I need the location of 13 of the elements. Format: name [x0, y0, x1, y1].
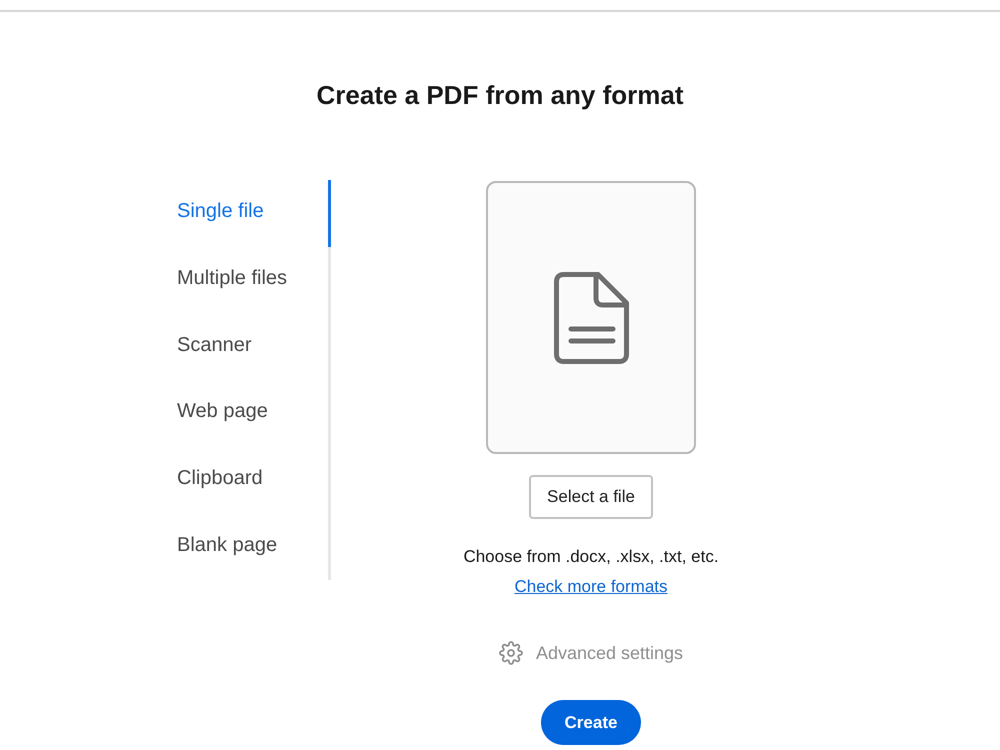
sidebar-tab[interactable]: Blank page: [160, 513, 331, 580]
sidebar-tab[interactable]: Web page: [160, 380, 331, 447]
formats-hint: Choose from .docx, .xlsx, .txt, etc.: [463, 546, 719, 568]
sidebar-tab[interactable]: Multiple files: [160, 246, 331, 314]
page-title: Create a PDF from any format: [316, 79, 684, 111]
sidebar-tab[interactable]: Single file: [160, 180, 331, 247]
document-icon: [554, 272, 628, 364]
select-file-button[interactable]: Select a file: [529, 475, 653, 519]
create-button[interactable]: Create: [541, 700, 641, 745]
file-drop-zone[interactable]: [486, 181, 696, 454]
sidebar-tab[interactable]: Clipboard: [160, 446, 331, 514]
check-formats-link[interactable]: Check more formats: [514, 575, 668, 599]
sidebar-tab[interactable]: Scanner: [160, 313, 331, 380]
